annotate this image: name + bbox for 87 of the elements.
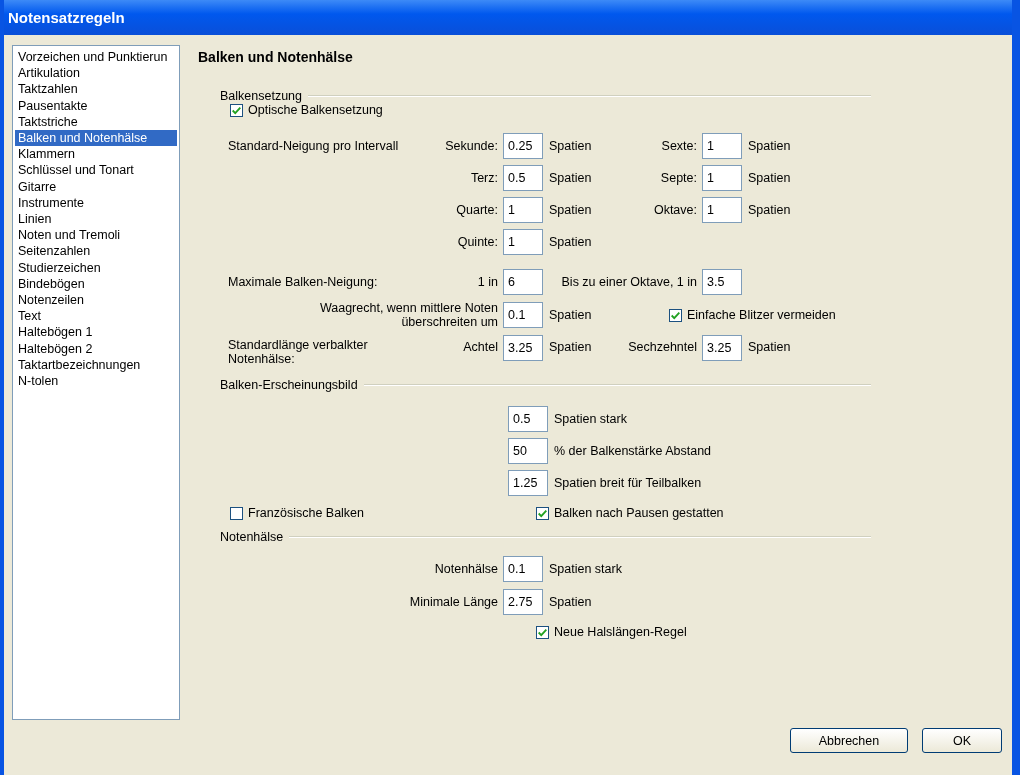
value-field[interactable]: 0.1: [503, 302, 543, 328]
checkbox[interactable]: [230, 103, 243, 117]
category-item[interactable]: Pausentakte: [15, 97, 177, 114]
category-item[interactable]: Taktartbezeichnungen: [15, 356, 177, 374]
category-item[interactable]: Schlüssel und Tonart: [15, 162, 177, 179]
value-field[interactable]: 1: [702, 165, 742, 191]
page-title: Balken und Notenhälse: [198, 49, 354, 65]
field-label: Quarte:: [456, 203, 499, 217]
checkbox[interactable]: [669, 308, 682, 322]
value-field[interactable]: 50: [508, 438, 548, 464]
section-title: Balken-Erscheinungsbild: [220, 378, 358, 392]
category-item[interactable]: Gitarre: [15, 178, 177, 195]
unit-label: Spatien stark: [553, 412, 627, 426]
category-item[interactable]: Instrumente: [15, 194, 177, 212]
unit-label: Spatien: [548, 339, 593, 354]
unit-label: % der Balkenstärke Abstand: [553, 444, 712, 458]
field-label: Sechzehntel: [628, 339, 698, 354]
category-item[interactable]: Bindebögen: [15, 275, 177, 293]
checkbox-label: Optische Balkensetzung: [248, 103, 383, 117]
value-field[interactable]: 1: [702, 197, 742, 223]
window-title: Notensatzregeln: [8, 9, 125, 26]
category-item[interactable]: Artikulation: [15, 65, 177, 82]
value-field[interactable]: 3.25: [702, 335, 742, 361]
field-label: Quinte:: [457, 235, 499, 249]
field-label: Sexte:: [661, 139, 698, 153]
value-field[interactable]: 6: [503, 269, 543, 295]
checkbox-label: Französische Balken: [248, 506, 365, 520]
unit-label: Spatien: [548, 171, 593, 185]
section-title: Balkensetzung: [220, 89, 302, 103]
checkbox[interactable]: [536, 625, 549, 639]
value-field[interactable]: 3.5: [702, 269, 742, 295]
category-item[interactable]: Taktzahlen: [15, 81, 177, 98]
value-field[interactable]: 2.75: [503, 589, 543, 615]
value-field[interactable]: 0.25: [503, 133, 543, 159]
field-label: Waagrecht, wenn mittlere Noten überschreiten um: [318, 301, 499, 329]
value-field[interactable]: 1.25: [508, 470, 548, 496]
field-label: Oktave:: [653, 203, 698, 217]
field-label: Minimale Länge: [408, 595, 499, 609]
value-field[interactable]: 1: [503, 229, 543, 255]
category-item[interactable]: Linien: [15, 211, 177, 228]
value-field[interactable]: 1: [702, 133, 742, 159]
field-label: Terz:: [470, 171, 499, 185]
unit-label: Spatien: [548, 139, 593, 153]
category-item[interactable]: Haltebögen 1: [15, 324, 177, 341]
unit-label: Spatien: [747, 203, 792, 217]
checkbox-label: Balken nach Pausen gestatten: [554, 506, 724, 520]
field-label: Septe:: [660, 171, 698, 185]
unit-label: Spatien: [747, 171, 792, 185]
category-item[interactable]: Notenzeilen: [15, 292, 177, 309]
unit-label: Spatien: [548, 595, 592, 609]
value-field[interactable]: 0.5: [508, 406, 548, 432]
checkbox-label: Neue Halslängen-Regel: [554, 625, 687, 639]
unit-label: Spatien: [747, 139, 792, 153]
field-label: Achtel: [463, 339, 499, 354]
field-label: Bis zu einer Oktave, 1 in: [561, 275, 698, 289]
unit-label: Spatien: [747, 339, 792, 354]
category-item[interactable]: Vorzeichen und Punktierun: [15, 49, 177, 66]
unit-label: Spatien breit für Teilbalken: [553, 476, 702, 490]
section-title: Notenhälse: [220, 530, 284, 544]
field-label: Standard-Neigung pro Intervall: [228, 139, 399, 153]
category-item[interactable]: Taktstriche: [15, 113, 177, 130]
field-label: Sekunde:: [445, 139, 499, 153]
category-item[interactable]: Seitenzahlen: [15, 243, 177, 260]
ok-button[interactable]: OK: [922, 728, 1002, 753]
field-label: Notenhälse: [433, 562, 499, 576]
unit-label: Spatien: [548, 308, 593, 322]
checkbox[interactable]: [536, 506, 549, 520]
category-item[interactable]: Studierzeichen: [15, 259, 177, 276]
category-item[interactable]: Haltebögen 2: [15, 340, 177, 357]
category-item[interactable]: Text: [15, 308, 177, 325]
value-field[interactable]: 1: [503, 197, 543, 223]
unit-label: Spatien: [548, 235, 593, 249]
unit-label: Spatien stark: [548, 562, 622, 576]
value-field[interactable]: 0.5: [503, 165, 543, 191]
unit-label: Spatien: [548, 203, 593, 217]
value-field[interactable]: 3.25: [503, 335, 543, 361]
value-field[interactable]: 0.1: [503, 556, 543, 582]
field-label: 1 in: [477, 275, 499, 289]
category-item[interactable]: N-tolen: [15, 373, 177, 390]
cancel-button[interactable]: Abbrechen: [790, 728, 908, 753]
checkbox[interactable]: [230, 506, 243, 520]
category-item[interactable]: Noten und Tremoli: [15, 227, 177, 244]
field-label: Maximale Balken-Neigung:: [228, 275, 378, 289]
field-label: Standardlänge verbalkter Notenhälse:: [228, 337, 369, 366]
checkbox-label: Einfache Blitzer vermeiden: [687, 308, 836, 322]
category-item[interactable]: Balken und Notenhälse: [15, 130, 177, 147]
category-item[interactable]: Klammern: [15, 146, 177, 163]
